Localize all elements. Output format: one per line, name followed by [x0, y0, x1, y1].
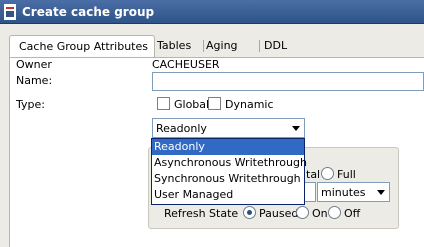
chevron-down-icon[interactable] [292, 126, 300, 131]
tab-cache-group-attributes[interactable]: Cache Group Attributes [9, 35, 155, 58]
type-select[interactable]: Readonly [152, 118, 305, 138]
interval-unit-select[interactable]: minutes [317, 182, 390, 202]
refresh-state-label: Refresh State [164, 207, 239, 220]
owner-label: Owner [16, 58, 52, 71]
owner-value: CACHEUSER [152, 58, 220, 71]
type-select-value: Readonly [156, 122, 207, 135]
on-label: On [312, 207, 328, 220]
off-radio[interactable] [328, 206, 341, 219]
radio-selected-dot [247, 210, 252, 215]
global-label: Global [174, 98, 210, 111]
dropdown-option-user-managed[interactable]: User Managed [152, 187, 304, 203]
dynamic-checkbox[interactable] [208, 97, 221, 110]
refresh-mode-partial-label: tal [306, 168, 321, 181]
dropdown-option-async-writethrough[interactable]: Asynchronous Writethrough [152, 155, 307, 171]
type-dropdown-list: Readonly Asynchronous Writethrough Synch… [151, 138, 307, 205]
tab-separator [203, 40, 204, 52]
name-label: Name: [16, 74, 53, 87]
dropdown-option-readonly[interactable]: Readonly [152, 139, 304, 155]
app-icon [4, 4, 16, 20]
paused-label: Paused [259, 207, 299, 220]
type-label: Type: [16, 98, 45, 111]
name-input[interactable] [152, 72, 424, 91]
chevron-down-icon[interactable] [377, 190, 385, 195]
paused-radio[interactable] [243, 206, 256, 219]
tab-separator [259, 40, 260, 52]
tab-tables[interactable]: Tables [157, 35, 191, 56]
dropdown-option-sync-writethrough[interactable]: Synchronous Writethrough [152, 171, 304, 187]
full-label: Full [337, 168, 356, 181]
full-radio[interactable] [321, 167, 334, 180]
global-checkbox[interactable] [157, 97, 170, 110]
title-bar: Create cache group [0, 0, 424, 24]
window-title: Create cache group [22, 5, 155, 19]
tab-ddl[interactable]: DDL [264, 35, 287, 56]
interval-unit-value: minutes [321, 186, 366, 199]
tab-aging[interactable]: Aging [206, 35, 238, 56]
on-radio[interactable] [296, 206, 309, 219]
dynamic-label: Dynamic [225, 98, 274, 111]
off-label: Off [344, 207, 361, 220]
